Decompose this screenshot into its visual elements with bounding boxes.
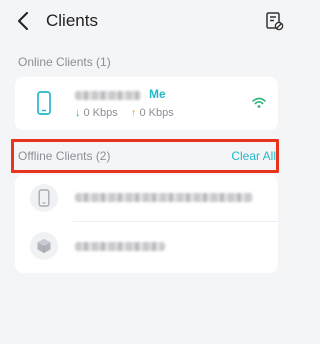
wifi-signal-icon <box>252 96 266 114</box>
me-badge: Me <box>149 87 166 101</box>
client-name-redacted <box>75 242 165 251</box>
online-client-row[interactable]: Me ↓ 0 Kbps ↑ 0 Kbps <box>15 77 278 130</box>
upload-arrow-icon: ↑ <box>131 107 137 119</box>
cube-icon <box>30 232 58 260</box>
client-settings-icon[interactable] <box>264 11 284 31</box>
upload-speed: ↑ 0 Kbps <box>131 107 174 119</box>
download-arrow-icon: ↓ <box>75 107 81 119</box>
header-bar: Clients <box>0 0 294 44</box>
online-clients-card: Me ↓ 0 Kbps ↑ 0 Kbps <box>15 77 278 130</box>
offline-client-row[interactable] <box>15 222 278 270</box>
page-title: Clients <box>46 11 98 30</box>
highlight-box <box>11 139 279 173</box>
back-arrow-icon[interactable] <box>12 10 34 32</box>
online-clients-label: Online Clients (1) <box>18 55 111 69</box>
phone-icon <box>30 184 58 212</box>
download-speed: ↓ 0 Kbps <box>75 107 118 119</box>
client-name-redacted <box>75 91 141 100</box>
offline-client-row[interactable] <box>15 175 278 221</box>
client-name-redacted <box>75 193 253 202</box>
offline-clients-card <box>15 175 278 273</box>
phone-icon <box>31 90 57 116</box>
